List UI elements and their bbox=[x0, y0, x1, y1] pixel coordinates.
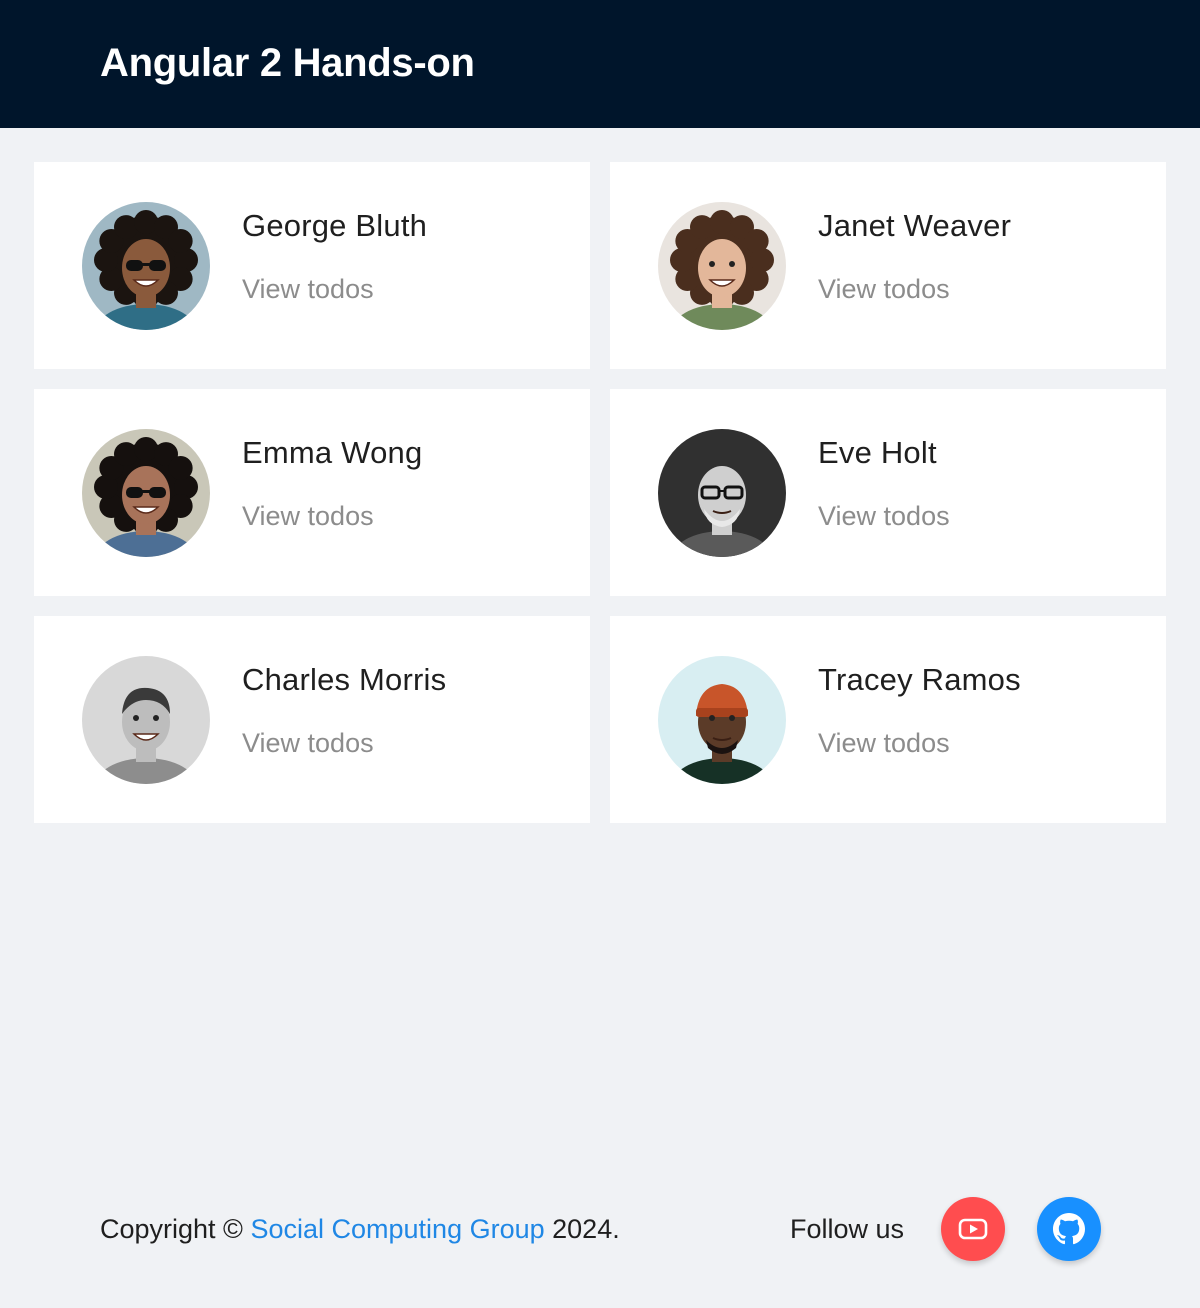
view-todos-link[interactable]: View todos bbox=[242, 496, 374, 536]
user-name: Janet Weaver bbox=[818, 208, 1012, 243]
user-card[interactable]: Eve Holt View todos bbox=[610, 389, 1166, 596]
youtube-button[interactable] bbox=[941, 1197, 1005, 1261]
user-avatar bbox=[82, 202, 210, 330]
github-icon bbox=[1053, 1213, 1085, 1245]
app-title: Angular 2 Hands-on bbox=[100, 41, 475, 85]
user-name: Emma Wong bbox=[242, 435, 423, 470]
user-avatar bbox=[658, 429, 786, 557]
view-todos-link[interactable]: View todos bbox=[818, 269, 950, 309]
avatar-image-3 bbox=[658, 429, 786, 557]
view-todos-link[interactable]: View todos bbox=[242, 723, 374, 763]
user-name: Eve Holt bbox=[818, 435, 937, 470]
user-name: Charles Morris bbox=[242, 662, 447, 697]
follow-us-label: Follow us bbox=[790, 1214, 905, 1244]
user-avatar bbox=[658, 656, 786, 784]
user-avatar bbox=[658, 202, 786, 330]
copyright-prefix: Copyright © bbox=[100, 1214, 243, 1244]
user-name: George Bluth bbox=[242, 208, 428, 243]
avatar-image-0 bbox=[82, 202, 210, 330]
avatar-image-2 bbox=[82, 429, 210, 557]
copyright-org-link[interactable]: Social Computing Group bbox=[250, 1214, 544, 1244]
user-avatar bbox=[82, 429, 210, 557]
user-name: Tracey Ramos bbox=[818, 662, 1021, 697]
user-card[interactable]: Emma Wong View todos bbox=[34, 389, 590, 596]
footer-copyright: Copyright © Social Computing Group 2024. bbox=[100, 1210, 620, 1248]
user-card[interactable]: George Bluth View todos bbox=[34, 162, 590, 369]
avatar-image-1 bbox=[658, 202, 786, 330]
view-todos-link[interactable]: View todos bbox=[242, 269, 374, 309]
app-header: Angular 2 Hands-on bbox=[0, 0, 1200, 128]
user-avatar bbox=[82, 656, 210, 784]
avatar-image-4 bbox=[82, 656, 210, 784]
user-card[interactable]: Tracey Ramos View todos bbox=[610, 616, 1166, 823]
view-todos-link[interactable]: View todos bbox=[818, 496, 950, 536]
view-todos-link[interactable]: View todos bbox=[818, 723, 950, 763]
copyright-year: 2024. bbox=[552, 1214, 620, 1244]
github-button[interactable] bbox=[1037, 1197, 1101, 1261]
user-card[interactable]: Charles Morris View todos bbox=[34, 616, 590, 823]
youtube-icon bbox=[958, 1218, 988, 1240]
avatar-image-5 bbox=[658, 656, 786, 784]
user-card[interactable]: Janet Weaver View todos bbox=[610, 162, 1166, 369]
